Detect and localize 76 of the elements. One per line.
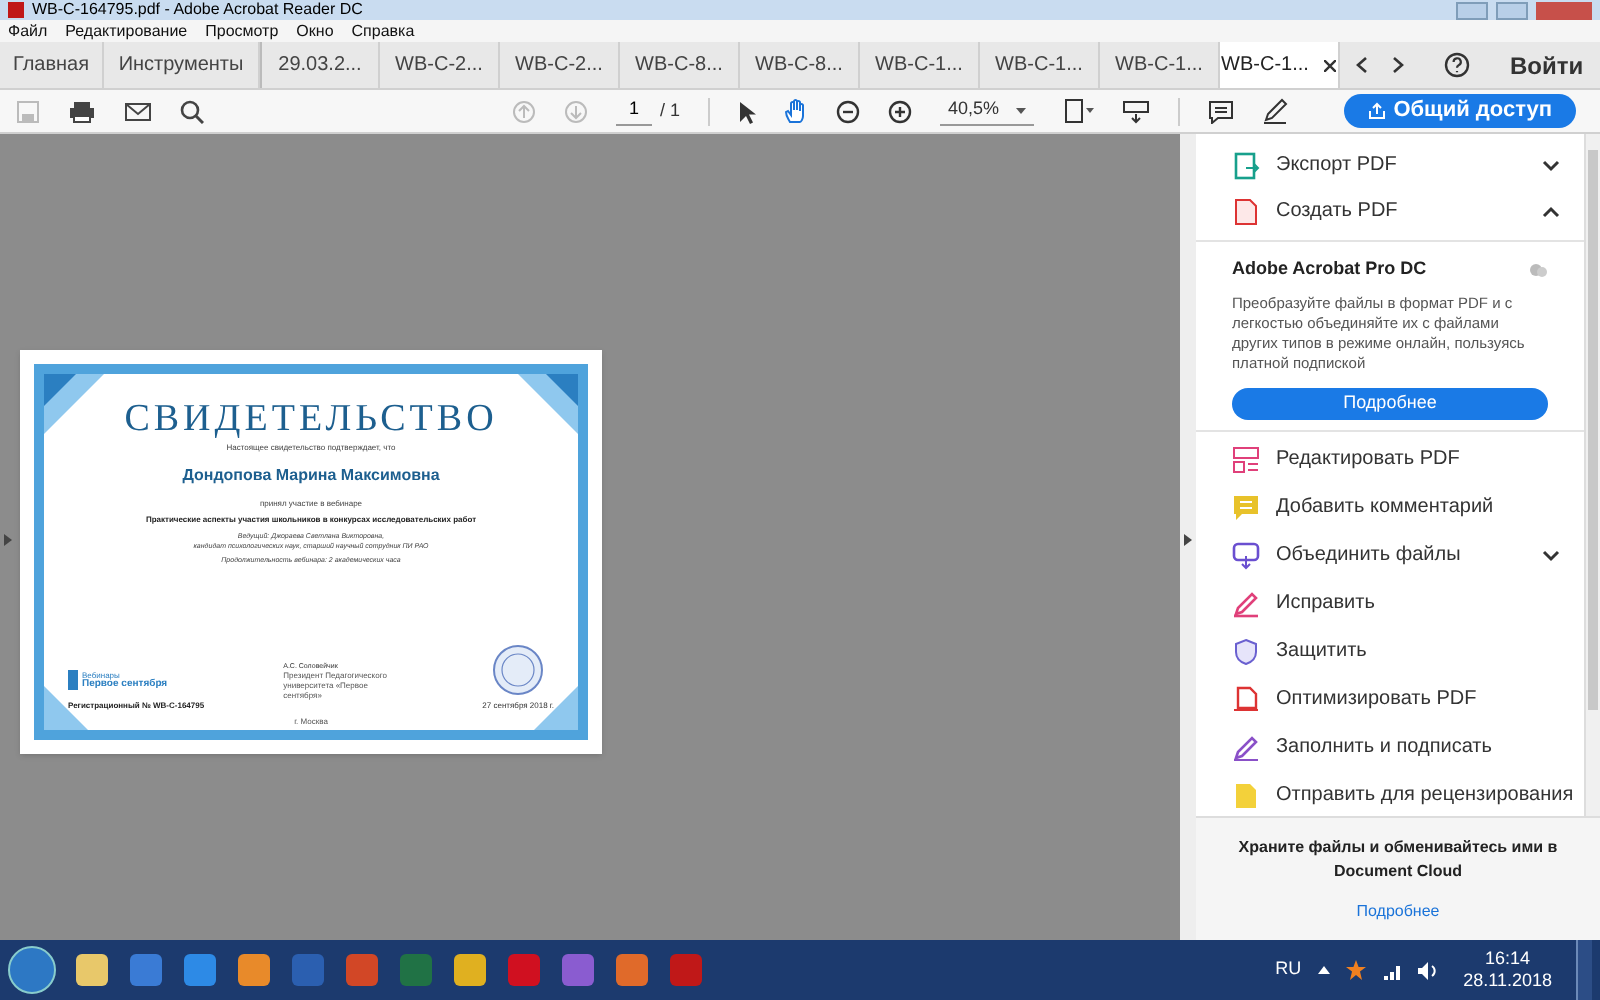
caret-icon [1015,107,1026,113]
start-button[interactable] [8,946,56,994]
shield-icon [1232,637,1260,665]
promo-title: Adobe Acrobat Pro DC [1232,256,1427,282]
share-icon [1367,102,1386,120]
comment-icon[interactable] [1207,99,1234,123]
zoom-out-icon[interactable] [836,99,861,123]
zoom-in-icon[interactable] [888,99,913,123]
document-icon [1232,685,1260,713]
export-icon [1232,151,1260,179]
document-icon [1232,781,1260,809]
share-button[interactable]: Общий доступ [1343,94,1576,128]
menu-item[interactable]: Файл [8,19,48,43]
learn-more-link[interactable]: Подробнее [1356,899,1440,923]
help-icon[interactable] [1444,52,1470,78]
tool-item[interactable]: Заполнить и подписать [1196,723,1584,771]
window-title: WB-C-164795.pdf - Adobe Acrobat Reader DC [32,0,363,20]
keyboard-icon[interactable] [1121,99,1150,123]
menu-item[interactable]: Редактирование [65,19,188,43]
comment-icon [1232,493,1260,521]
menu-item[interactable]: Справка [351,19,415,43]
page-number-field[interactable]: 1 [616,96,652,126]
scrollbar[interactable] [1584,134,1600,816]
star-icon[interactable] [1345,960,1366,980]
combine-icon [1232,541,1260,569]
tool-item[interactable]: Исправить [1196,579,1584,627]
document-icon [1232,197,1260,225]
menu-item[interactable]: Просмотр [205,19,279,43]
chevron-down-icon[interactable] [1542,159,1560,171]
search-icon[interactable] [180,99,204,123]
chevron-left-icon[interactable] [1356,56,1368,74]
pointer-icon[interactable] [738,99,757,123]
language-indicator[interactable]: RU [1275,956,1302,984]
tool-item[interactable]: Экспорт PDF [1196,142,1584,188]
recipient-name: Дондопова Марина Максимовна [182,464,440,488]
tool-item[interactable]: Отправить для рецензирования [1196,771,1584,816]
clock-date[interactable]: 28.11.2018 [1463,970,1552,992]
mail-icon[interactable] [124,101,152,121]
chevron-right-icon[interactable] [1392,56,1404,74]
print-icon[interactable] [68,99,96,123]
page-count: / 1 [660,97,681,124]
pen-icon[interactable] [1261,98,1288,124]
corner-pattern-drawing [534,686,578,730]
layout-icon [1232,445,1260,473]
chevron-up-icon[interactable] [1542,205,1560,217]
tool-item[interactable]: Оптимизировать PDF [1196,675,1584,723]
learn-more-button[interactable]: Подробнее [1232,387,1548,419]
cloud-promo-text: Храните файлы и обменивайтесь ими в Document Cloud [1236,835,1560,883]
tray-arrow-icon[interactable] [1317,966,1330,974]
zoom-dropdown[interactable]: 40,5% [940,96,1034,126]
stamp-icon [492,644,545,696]
tool-item[interactable]: Редактировать PDF [1196,435,1584,483]
panel-toggle-icon[interactable] [1184,534,1192,546]
tool-item[interactable]: Добавить комментарий [1196,483,1584,531]
logo-icon [68,670,78,690]
tool-item[interactable]: Защитить [1196,627,1584,675]
pen-icon [1232,589,1260,617]
tool-item[interactable]: Объединить файлы [1196,531,1584,579]
corner-pattern-drawing [44,374,104,434]
tab[interactable]: WB-C-1... [1220,42,1340,88]
tab[interactable]: 29.03.2... [260,42,380,88]
login-button[interactable]: Войти [1486,42,1600,88]
certificate-title: СВИДЕТЕЛЬСТВО [124,400,498,440]
corner-pattern-drawing [518,374,578,434]
tool-item[interactable]: Создать PDF [1196,188,1584,234]
close-button[interactable] [1536,1,1592,19]
chevron-down-icon[interactable] [1542,549,1560,561]
signal-icon[interactable] [1381,961,1402,979]
panel-toggle-icon[interactable] [4,534,12,546]
close-icon[interactable] [1324,59,1337,71]
hand-icon[interactable] [784,98,809,124]
speaker-icon[interactable] [1417,961,1440,979]
clock-time[interactable]: 16:14 [1485,948,1531,970]
pen-icon [1232,733,1260,761]
page-fit-icon[interactable] [1061,98,1094,124]
menu-item[interactable]: Окно [296,19,334,43]
